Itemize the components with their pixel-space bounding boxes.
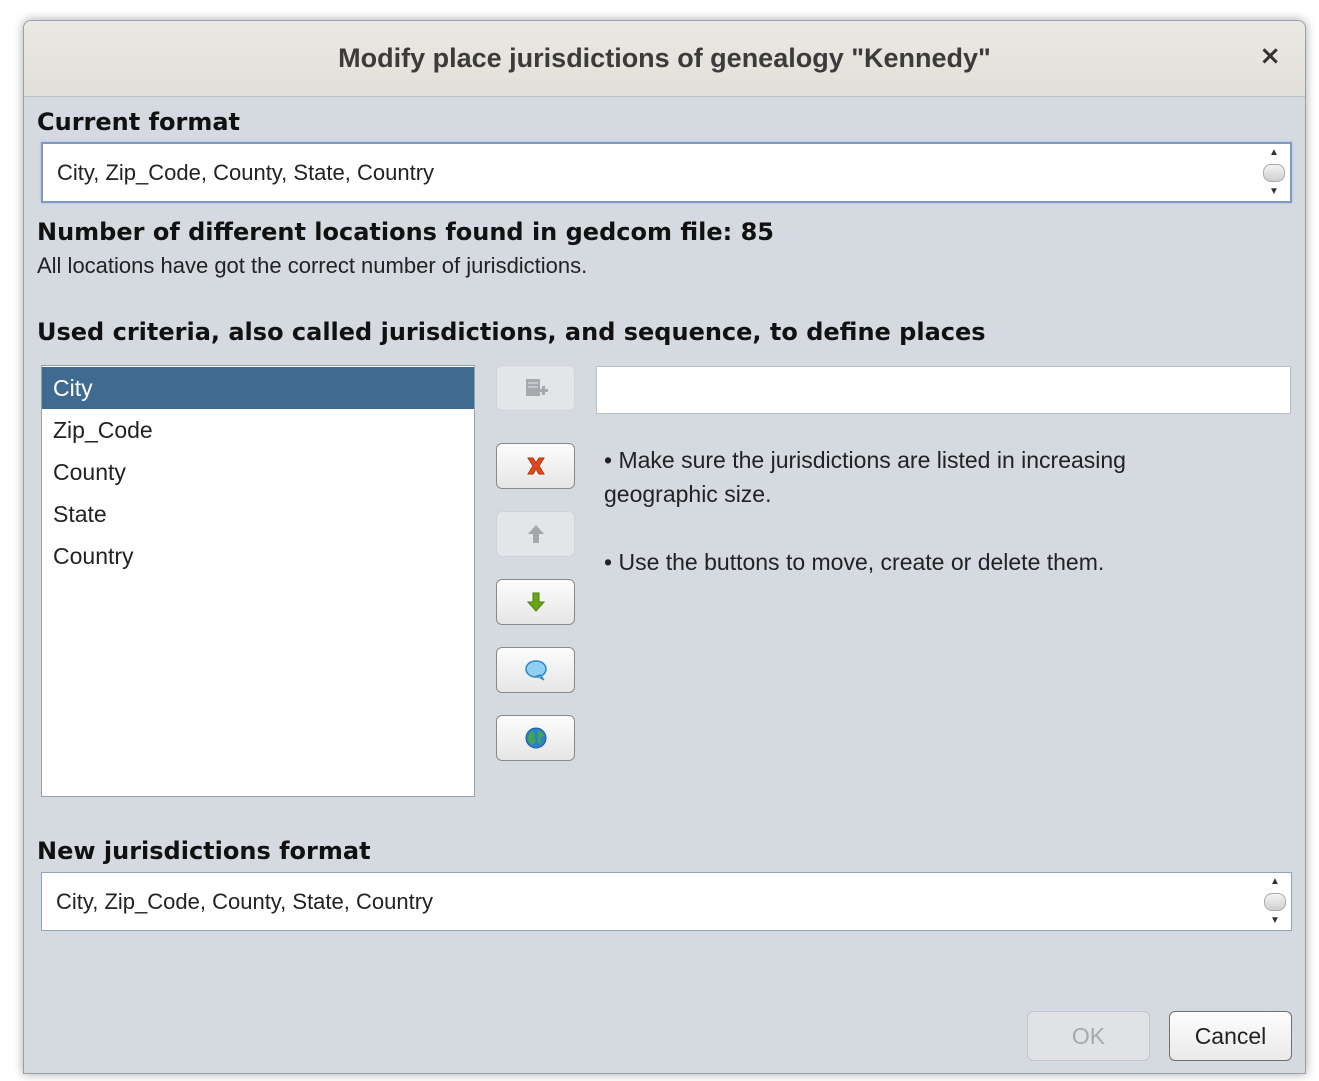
bullet-glyph: •: [604, 549, 613, 575]
locations-status-text: All locations have got the correct numbe…: [37, 253, 588, 278]
locations-count-label: Number of different locations found in g…: [37, 218, 774, 246]
current-format-value: City, Zip_Code, County, State, Country: [57, 159, 435, 185]
close-icon[interactable]: ×: [1259, 41, 1281, 71]
delete-icon: [526, 457, 545, 475]
spinner-down-icon[interactable]: ▼: [1269, 187, 1279, 197]
ok-button[interactable]: OK: [1027, 1011, 1150, 1061]
spinner-knob[interactable]: [1264, 892, 1286, 911]
spinner-up-icon[interactable]: ▲: [1269, 148, 1279, 158]
dialog-titlebar: Modify place jurisdictions of genealogy …: [24, 21, 1305, 97]
add-jurisdiction-icon: [525, 379, 548, 396]
move-down-button[interactable]: [496, 579, 575, 625]
dialog-title: Modify place jurisdictions of genealogy …: [338, 43, 991, 73]
help-text-2: Use the buttons to move, create or delet…: [618, 549, 1105, 575]
current-format-spinner[interactable]: ▲ ▼: [1262, 148, 1286, 197]
current-format-label: Current format: [37, 108, 241, 136]
criteria-label: Used criteria, also called jurisdictions…: [37, 318, 986, 346]
bullet-glyph: •: [604, 447, 613, 473]
new-format-spinner[interactable]: ▲ ▼: [1263, 877, 1287, 926]
jurisdiction-name-input[interactable]: [596, 366, 1291, 414]
help-bullet-2: • Use the buttons to move, create or del…: [604, 545, 1244, 579]
list-item-city[interactable]: City: [42, 367, 474, 409]
spinner-up-icon[interactable]: ▲: [1270, 877, 1280, 887]
spinner-down-icon[interactable]: ▼: [1270, 916, 1280, 926]
new-format-value: City, Zip_Code, County, State, Country: [56, 888, 434, 914]
list-item-country[interactable]: Country: [42, 535, 474, 577]
new-format-label: New jurisdictions format: [37, 837, 371, 865]
arrow-up-icon: [527, 525, 544, 543]
help-text-1: Make sure the jurisdictions are listed i…: [604, 447, 1126, 507]
add-jurisdiction-button[interactable]: [496, 365, 575, 411]
comment-button[interactable]: [496, 647, 575, 693]
arrow-down-icon: [526, 592, 545, 612]
jurisdictions-list[interactable]: City Zip_Code County State Country: [41, 365, 475, 797]
help-bullet-1: • Make sure the jurisdictions are listed…: [604, 443, 1244, 511]
delete-jurisdiction-button[interactable]: [496, 443, 575, 489]
list-item-state[interactable]: State: [42, 493, 474, 535]
cancel-button[interactable]: Cancel: [1169, 1011, 1292, 1061]
new-format-field[interactable]: City, Zip_Code, County, State, Country ▲…: [41, 872, 1292, 931]
move-up-button[interactable]: [496, 511, 575, 557]
speech-bubble-icon: [524, 660, 547, 681]
current-format-field[interactable]: City, Zip_Code, County, State, Country ▲…: [41, 142, 1292, 203]
globe-icon: [525, 727, 546, 749]
spinner-knob[interactable]: [1263, 163, 1285, 182]
geo-lookup-button[interactable]: [496, 715, 575, 761]
list-item-county[interactable]: County: [42, 451, 474, 493]
modify-jurisdictions-dialog: Modify place jurisdictions of genealogy …: [23, 20, 1306, 1074]
list-item-zip-code[interactable]: Zip_Code: [42, 409, 474, 451]
